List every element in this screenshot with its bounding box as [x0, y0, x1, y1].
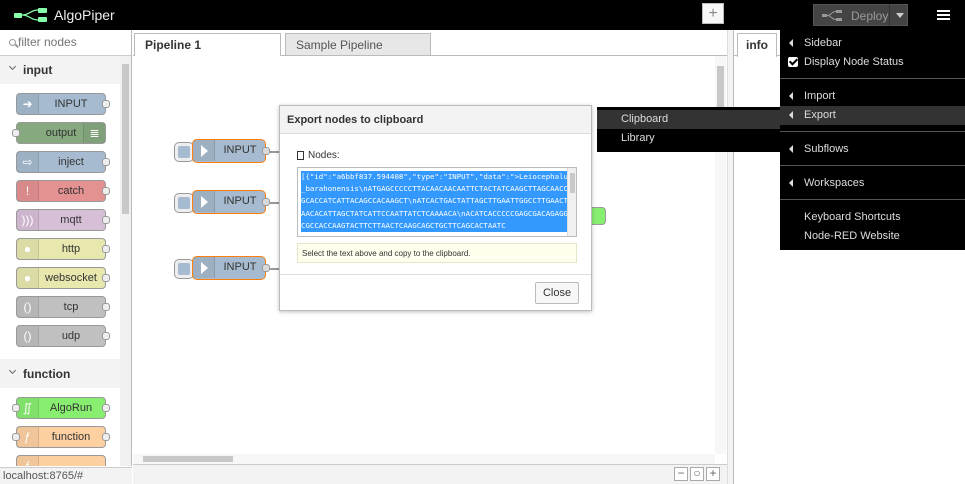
zoom-reset-button[interactable]: ○	[690, 467, 704, 481]
category-function-body: ∬ AlgoRun ƒ function ƒ	[0, 388, 120, 466]
textarea-scrollbar[interactable]	[567, 168, 576, 236]
menu-item-sidebar[interactable]: Sidebar	[780, 34, 965, 53]
nodes-label: Nodes:	[308, 150, 340, 161]
zoom-out-button[interactable]: −	[674, 467, 688, 481]
workspace-node-input[interactable]: INPUT	[192, 190, 270, 214]
caret-left-icon	[789, 179, 793, 187]
search-icon	[9, 39, 16, 46]
algopiper-logo	[14, 8, 47, 22]
palette-node-function[interactable]: ƒ function	[12, 426, 110, 448]
menu-item-subflows[interactable]: Subflows	[780, 140, 965, 159]
category-input-body: ➜ INPUT ≣ output ⇨ inject ! catch ))) mq…	[0, 84, 120, 359]
dialog-title: Export nodes to clipboard	[280, 106, 591, 134]
status-url: localhost:8765/#	[0, 467, 132, 484]
palette-node-algorun[interactable]: ∬ AlgoRun	[12, 397, 110, 419]
export-nodes-textarea[interactable]: [{"id":"a6bbf837.594408","type":"INPUT",…	[297, 167, 577, 237]
inject-button[interactable]	[174, 259, 194, 279]
chevron-down-icon	[8, 366, 17, 375]
zoom-in-button[interactable]: +	[706, 467, 720, 481]
export-submenu: Clipboard Library	[597, 107, 780, 152]
palette-node-mqtt[interactable]: ))) mqtt	[16, 209, 110, 231]
menu-item-clipboard[interactable]: Clipboard	[597, 110, 780, 129]
palette-node-udp[interactable]: () udp	[16, 325, 110, 347]
node-palette: input ➜ INPUT ≣ output ⇨ inject ! catch …	[0, 30, 132, 466]
menu-item-display-node-status[interactable]: Display Node Status	[780, 53, 965, 72]
menu-item-library[interactable]: Library	[597, 129, 780, 148]
workspace-tabs: Pipeline 1 Sample Pipeline	[133, 30, 727, 57]
palette-scrollbar[interactable]	[120, 56, 131, 466]
category-input-header[interactable]: input	[0, 57, 120, 83]
function-icon: ƒ	[17, 456, 39, 466]
export-json-text: [{"id":"a6bbf837.594408","type":"INPUT",…	[301, 171, 573, 233]
deploy-label: Deploy	[851, 9, 889, 23]
menu-item-export[interactable]: Export	[780, 106, 965, 125]
menu-item-node-red-website[interactable]: Node-RED Website	[780, 227, 965, 246]
canvas-horizontal-scrollbar[interactable]	[133, 454, 715, 464]
arrow-in-icon	[193, 257, 215, 278]
algorun-node-edge[interactable]	[592, 207, 606, 225]
clipboard-icon	[297, 151, 304, 160]
checkbox-checked-icon[interactable]	[788, 57, 798, 67]
palette-node-tcp[interactable]: () tcp	[16, 296, 110, 318]
inject-button[interactable]	[174, 193, 194, 213]
export-hint: Select the text above and copy to the cl…	[297, 243, 577, 263]
palette-node-inject[interactable]: ⇨ inject	[16, 151, 110, 173]
workspace-node-input[interactable]: INPUT	[192, 256, 270, 280]
inject-button[interactable]	[174, 142, 194, 162]
deploy-button[interactable]: Deploy	[813, 4, 908, 26]
palette-node-http[interactable]: ● http	[16, 238, 110, 260]
tab-pipeline-1[interactable]: Pipeline 1	[134, 33, 281, 57]
arrow-in-icon	[193, 140, 215, 161]
palette-node-websocket[interactable]: ● websocket	[16, 267, 110, 289]
category-function-header[interactable]: function	[0, 361, 120, 387]
app-title: AlgoPiper	[54, 7, 115, 23]
caret-left-icon	[789, 92, 793, 100]
caret-left-icon	[789, 39, 793, 47]
main-menu-button[interactable]	[926, 1, 960, 29]
workspace-footer: − ○ +	[133, 464, 727, 484]
caret-left-icon	[789, 111, 793, 119]
tab-info[interactable]: info	[737, 33, 777, 57]
palette-node-output[interactable]: ≣ output	[12, 122, 106, 144]
menu-item-keyboard-shortcuts[interactable]: Keyboard Shortcuts	[780, 208, 965, 227]
add-tab-button[interactable]: +	[702, 3, 724, 24]
close-button[interactable]: Close	[535, 282, 579, 304]
deploy-icon	[822, 10, 842, 21]
arrow-in-icon	[193, 191, 215, 212]
main-menu: Sidebar Display Node Status Import Expor…	[780, 30, 965, 250]
menu-item-import[interactable]: Import	[780, 87, 965, 106]
export-dialog: Export nodes to clipboard Nodes: [{"id":…	[279, 105, 592, 311]
chevron-down-icon	[8, 62, 17, 71]
caret-left-icon	[789, 145, 793, 153]
hamburger-icon	[937, 10, 950, 12]
workspace-node-input[interactable]: INPUT	[192, 139, 270, 163]
palette-node-input[interactable]: ➜ INPUT	[16, 93, 110, 115]
tab-sample-pipeline[interactable]: Sample Pipeline	[285, 33, 431, 55]
palette-node-partial[interactable]: ƒ	[16, 455, 106, 466]
palette-search-input[interactable]	[18, 35, 118, 49]
deploy-dropdown-icon[interactable]	[889, 4, 907, 26]
header-bar: AlgoPiper Deploy	[0, 0, 965, 30]
palette-node-catch[interactable]: ! catch	[16, 180, 110, 202]
palette-search	[0, 30, 131, 56]
menu-item-workspaces[interactable]: Workspaces	[780, 174, 965, 193]
